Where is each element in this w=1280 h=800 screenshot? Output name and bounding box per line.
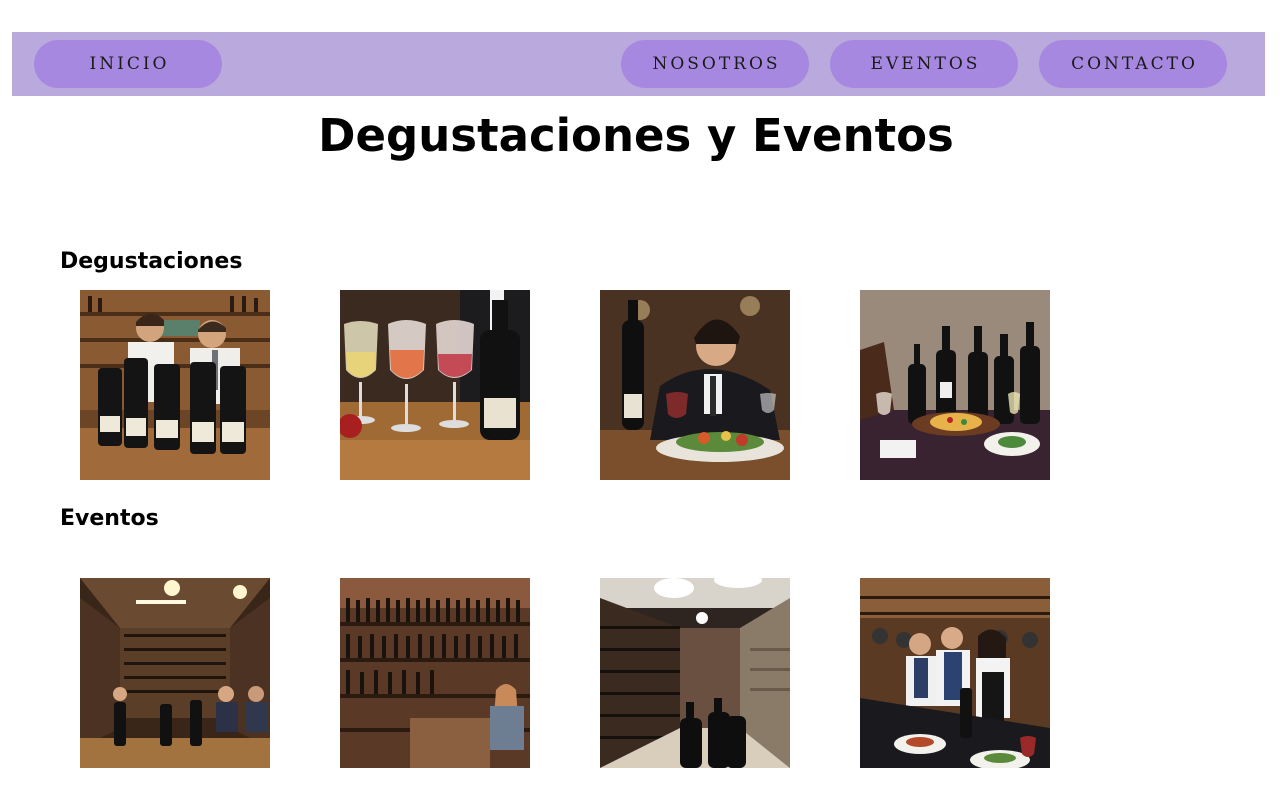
sommeliers-with-wine-bottles-photo[interactable]: [80, 290, 270, 480]
three-wine-glasses-photo[interactable]: [340, 290, 530, 480]
nav-nosotros-button[interactable]: NOSOTROS: [621, 40, 809, 88]
page-title: Degustaciones y Eventos: [318, 109, 954, 162]
wine-bottles-and-pizza-table-photo[interactable]: [860, 290, 1050, 480]
nav-inicio-button[interactable]: INICIO: [34, 40, 222, 88]
page: INICIO NOSOTROS EVENTOS CONTACTO Degusta…: [0, 0, 1280, 800]
section-title-degustaciones: Degustaciones: [60, 249, 243, 274]
wine-shelves-shop-photo[interactable]: [340, 578, 530, 768]
top-navigation-bar: INICIO NOSOTROS EVENTOS CONTACTO: [12, 32, 1265, 96]
wine-cellar-corridor-photo[interactable]: [600, 578, 790, 768]
nav-contacto-button[interactable]: CONTACTO: [1039, 40, 1227, 88]
wine-cellar-tasting-room-photo[interactable]: [80, 578, 270, 768]
crowded-wine-dinner-photo[interactable]: [860, 578, 1050, 768]
man-with-wine-and-salad-photo[interactable]: [600, 290, 790, 480]
nav-eventos-button[interactable]: EVENTOS: [830, 40, 1018, 88]
section-title-eventos: Eventos: [60, 506, 159, 531]
